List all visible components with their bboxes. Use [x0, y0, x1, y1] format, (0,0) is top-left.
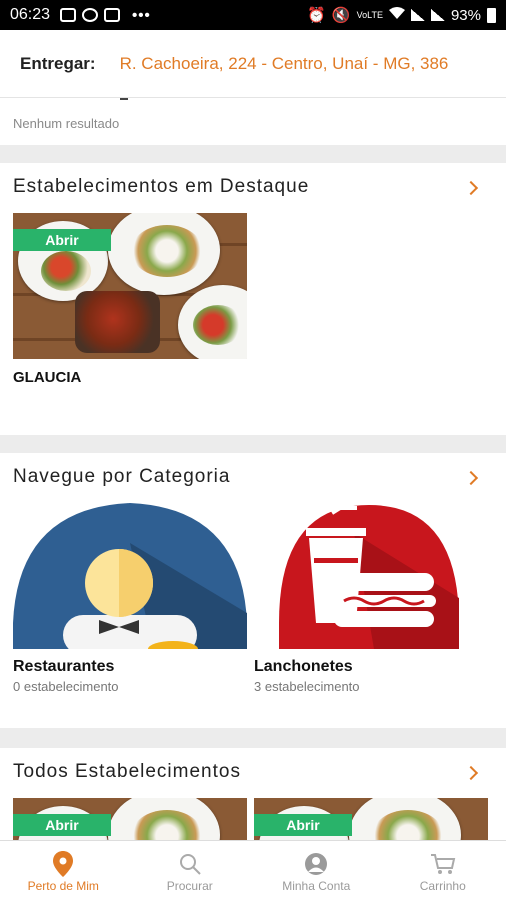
status-bar: 06:23 ••• ⏰ 🔇 VoLTE 93% [0, 0, 506, 30]
nav-carrinho[interactable]: Carrinho [380, 841, 506, 900]
battery-percent: 93% [450, 6, 481, 24]
category-restaurantes-name[interactable]: Restaurantes [13, 658, 114, 676]
nav-label: Minha Conta [282, 879, 351, 893]
deliver-label: Entregar: [20, 53, 96, 73]
gallery-notification-icon [60, 8, 77, 22]
estab-card-image[interactable]: Abrir [254, 798, 488, 840]
featured-estab-name[interactable]: GLAUCIA [13, 369, 81, 386]
categories-section: Navegue por Categoria Restaurantes 0 est… [0, 453, 506, 728]
mute-icon: 🔇 [331, 7, 351, 24]
all-estab-title: Todos Estabelecimentos [13, 761, 241, 782]
status-right: ⏰ 🔇 VoLTE 93% [307, 6, 496, 24]
open-badge: Abrir [254, 814, 352, 836]
more-notifications-icon: ••• [132, 6, 151, 24]
app-screen: 06:23 ••• ⏰ 🔇 VoLTE 93% Entregar: R. Cac… [0, 0, 506, 900]
all-estab-chevron-right-icon[interactable] [463, 765, 479, 781]
featured-estab-image[interactable]: Abrir [13, 213, 247, 359]
mail-notification-icon [104, 8, 121, 22]
plate-stew [75, 291, 160, 353]
wifi-icon [388, 6, 405, 24]
search-results-card: Nenhum resultado [0, 98, 506, 145]
category-restaurantes-image[interactable] [13, 503, 247, 649]
nav-minha-conta[interactable]: Minha Conta [253, 841, 380, 900]
user-icon [304, 851, 328, 877]
clipped-text-fragment [120, 98, 128, 100]
nav-perto-de-mim[interactable]: Perto de Mim [0, 841, 127, 900]
waiter-icon [13, 503, 247, 649]
nav-label: Carrinho [419, 879, 466, 893]
battery-icon [487, 7, 496, 23]
main-scroll[interactable]: Nenhum resultado Estabelecimentos em Des… [0, 98, 506, 840]
category-lanchonetes-image[interactable] [254, 503, 488, 649]
nav-procurar[interactable]: Procurar [127, 841, 254, 900]
cart-icon [430, 851, 456, 877]
fast-food-icon [279, 505, 459, 649]
featured-title: Estabelecimentos em Destaque [13, 176, 310, 197]
featured-chevron-right-icon[interactable] [463, 180, 479, 196]
category-lanchonetes-count: 3 estabelecimento [254, 679, 360, 694]
categories-chevron-right-icon[interactable] [463, 470, 479, 486]
alarm-icon: ⏰ [307, 7, 326, 24]
open-badge: Abrir [13, 229, 111, 251]
whatsapp-notification-icon [82, 8, 99, 22]
all-estab-section: Todos Estabelecimentos Abrir Abrir [0, 748, 506, 840]
search-icon [178, 851, 202, 877]
delivery-address-bar[interactable]: Entregar: R. Cachoeira, 224 - Centro, Un… [0, 30, 506, 98]
status-time: 06:23 [10, 6, 51, 23]
open-badge: Abrir [13, 814, 111, 836]
category-lanchonetes-name[interactable]: Lanchonetes [254, 658, 353, 676]
nav-label: Procurar [166, 879, 213, 893]
signal-2-icon [430, 9, 445, 21]
bottom-nav: Perto de Mim Procurar Minha Conta Carrin… [0, 840, 506, 900]
signal-icon [410, 9, 425, 21]
location-pin-icon [53, 851, 74, 877]
volte-icon: VoLTE [356, 9, 383, 20]
estab-card-image[interactable]: Abrir [13, 798, 247, 840]
categories-title: Navegue por Categoria [13, 466, 231, 487]
nav-label: Perto de Mim [27, 879, 99, 893]
no-result-text: Nenhum resultado [13, 116, 120, 131]
featured-section: Estabelecimentos em Destaque Abrir GLAUC… [0, 163, 506, 435]
category-restaurantes-count: 0 estabelecimento [13, 679, 119, 694]
delivery-address[interactable]: R. Cachoeira, 224 - Centro, Unaí - MG, 3… [120, 54, 449, 74]
